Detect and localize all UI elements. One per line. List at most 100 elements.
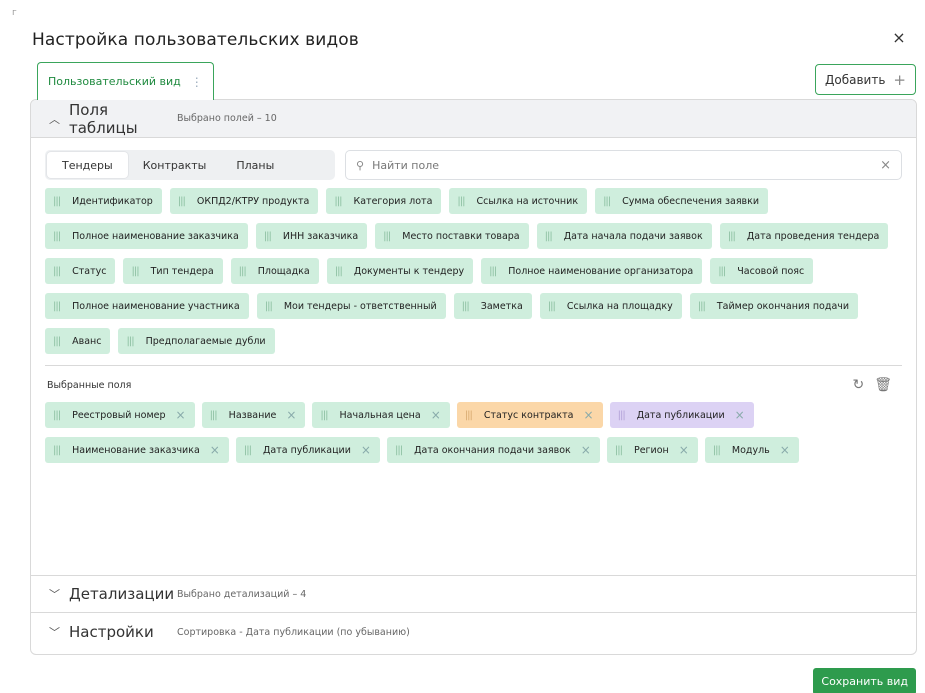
remove-icon[interactable]: × (581, 443, 591, 457)
field-chip[interactable]: ||| Идентификатор (45, 188, 162, 214)
selected-field-chip[interactable]: ||| Дата окончания подачи заявок × (386, 437, 600, 463)
remove-icon[interactable]: × (210, 443, 220, 457)
field-chip[interactable]: ||| Ссылка на источник (449, 188, 588, 214)
add-view-label: Добавить (825, 72, 886, 87)
drag-handle-icon[interactable]: ||| (53, 410, 61, 421)
selected-field-chip[interactable]: ||| Название × (201, 402, 306, 428)
drag-handle-icon[interactable]: ||| (53, 336, 61, 347)
field-chip-label: Статус (72, 265, 107, 277)
drag-handle-icon[interactable]: ||| (53, 301, 61, 312)
field-chip[interactable]: ||| Площадка (230, 258, 319, 284)
selected-field-chip[interactable]: ||| Реестровый номер × (45, 402, 195, 428)
drag-handle-icon[interactable]: ||| (615, 445, 623, 456)
drag-handle-icon[interactable]: ||| (465, 410, 473, 421)
field-search-input[interactable] (372, 158, 873, 172)
remove-icon[interactable]: × (176, 408, 186, 422)
remove-icon[interactable]: × (361, 443, 371, 457)
add-view-button[interactable]: Добавить + (815, 64, 916, 95)
field-chip[interactable]: ||| Дата проведения тендера (719, 223, 889, 249)
tab-contracts[interactable]: Контракты (128, 152, 222, 178)
kebab-menu-icon[interactable]: ⋮ (191, 75, 203, 89)
drag-handle-icon[interactable]: ||| (713, 445, 721, 456)
remove-icon[interactable]: × (679, 443, 689, 457)
settings-section-header[interactable]: ﹀ Настройки Сортировка - Дата публикации… (31, 613, 916, 651)
field-chip[interactable]: ||| Тип тендера (123, 258, 223, 284)
field-chip[interactable]: ||| Дата начала подачи заявок (536, 223, 712, 249)
field-chip-label: Аванс (72, 335, 102, 347)
drag-handle-icon[interactable]: ||| (320, 410, 328, 421)
drag-handle-icon[interactable]: ||| (603, 196, 611, 207)
selected-field-label: Реестровый номер (72, 409, 166, 421)
selected-field-chip[interactable]: ||| Модуль × (704, 437, 799, 463)
selected-field-label: Регион (633, 444, 669, 456)
drag-handle-icon[interactable]: ||| (457, 196, 465, 207)
field-chip[interactable]: ||| Часовой пояс (710, 258, 814, 284)
fields-section-header[interactable]: ︿ Поля таблицы Выбрано полей – 10 (31, 100, 916, 138)
drag-handle-icon[interactable]: ||| (126, 336, 134, 347)
clear-icon[interactable]: × (880, 158, 891, 173)
drag-handle-icon[interactable]: ||| (53, 266, 61, 277)
drag-handle-icon[interactable]: ||| (548, 301, 556, 312)
field-chip[interactable]: ||| Таймер окончания подачи (689, 293, 859, 319)
trash-icon[interactable]: 🗑 (874, 377, 892, 393)
field-chip[interactable]: ||| Сумма обеспечения заявки (595, 188, 769, 214)
drag-handle-icon[interactable]: ||| (239, 266, 247, 277)
field-chip[interactable]: ||| Предполагаемые дубли (118, 328, 275, 354)
selected-field-chip[interactable]: ||| Наименование заказчика × (45, 437, 229, 463)
drag-handle-icon[interactable]: ||| (53, 231, 61, 242)
drag-handle-icon[interactable]: ||| (53, 445, 61, 456)
drag-handle-icon[interactable]: ||| (489, 266, 497, 277)
field-chip[interactable]: ||| Документы к тендеру (326, 258, 474, 284)
view-tab[interactable]: Пользовательский вид ⋮ (37, 62, 214, 100)
field-chip[interactable]: ||| Аванс (45, 328, 111, 354)
selected-field-chip[interactable]: ||| Статус контракта × (456, 402, 603, 428)
drag-handle-icon[interactable]: ||| (728, 231, 736, 242)
field-chip[interactable]: ||| Статус (45, 258, 116, 284)
save-view-button[interactable]: Сохранить вид (813, 668, 916, 693)
drag-handle-icon[interactable]: ||| (545, 231, 553, 242)
tab-tenders[interactable]: Тендеры (47, 152, 128, 178)
drag-handle-icon[interactable]: ||| (462, 301, 470, 312)
drag-handle-icon[interactable]: ||| (618, 410, 626, 421)
field-chip[interactable]: ||| Мои тендеры - ответственный (256, 293, 446, 319)
drag-handle-icon[interactable]: ||| (210, 410, 218, 421)
reset-icon[interactable]: ↻ (852, 377, 864, 393)
drag-handle-icon[interactable]: ||| (698, 301, 706, 312)
fields-section-subtitle: Выбрано полей – 10 (177, 113, 277, 124)
field-chip[interactable]: ||| Ссылка на площадку (539, 293, 682, 319)
remove-icon[interactable]: × (584, 408, 594, 422)
tab-plans[interactable]: Планы (221, 152, 289, 178)
drag-handle-icon[interactable]: ||| (334, 196, 342, 207)
drag-handle-icon[interactable]: ||| (335, 266, 343, 277)
field-chip[interactable]: ||| Заметка (453, 293, 532, 319)
selected-fields: ||| Реестровый номер × ||| Название × ||| Начал… (45, 402, 902, 463)
drag-handle-icon[interactable]: ||| (244, 445, 252, 456)
field-chip[interactable]: ||| Место поставки товара (375, 223, 529, 249)
details-section-header[interactable]: ﹀ Детализации Выбрано детализаций – 4 (31, 575, 916, 613)
selected-fields-header: Выбранные поля ↻ 🗑 (45, 370, 902, 400)
field-chip[interactable]: ||| Полное наименование организатора (481, 258, 703, 284)
drag-handle-icon[interactable]: ||| (131, 266, 139, 277)
remove-icon[interactable]: × (286, 408, 296, 422)
selected-fields-label: Выбранные поля (47, 379, 132, 391)
field-chip[interactable]: ||| Категория лота (326, 188, 442, 214)
remove-icon[interactable]: × (735, 408, 745, 422)
drag-handle-icon[interactable]: ||| (718, 266, 726, 277)
close-icon[interactable]: × (891, 30, 907, 46)
selected-field-chip[interactable]: ||| Начальная цена × (312, 402, 450, 428)
field-chip[interactable]: ||| ОКПД2/КТРУ продукта (169, 188, 319, 214)
selected-field-chip[interactable]: ||| Дата публикации × (235, 437, 380, 463)
drag-handle-icon[interactable]: ||| (265, 301, 273, 312)
field-chip[interactable]: ||| ИНН заказчика (255, 223, 368, 249)
selected-field-chip[interactable]: ||| Дата публикации × (609, 402, 754, 428)
drag-handle-icon[interactable]: ||| (383, 231, 391, 242)
remove-icon[interactable]: × (780, 443, 790, 457)
drag-handle-icon[interactable]: ||| (53, 196, 61, 207)
field-chip[interactable]: ||| Полное наименование заказчика (45, 223, 248, 249)
drag-handle-icon[interactable]: ||| (178, 196, 186, 207)
selected-field-chip[interactable]: ||| Регион × (606, 437, 698, 463)
remove-icon[interactable]: × (431, 408, 441, 422)
field-chip[interactable]: ||| Полное наименование участника (45, 293, 249, 319)
drag-handle-icon[interactable]: ||| (264, 231, 272, 242)
drag-handle-icon[interactable]: ||| (395, 445, 403, 456)
